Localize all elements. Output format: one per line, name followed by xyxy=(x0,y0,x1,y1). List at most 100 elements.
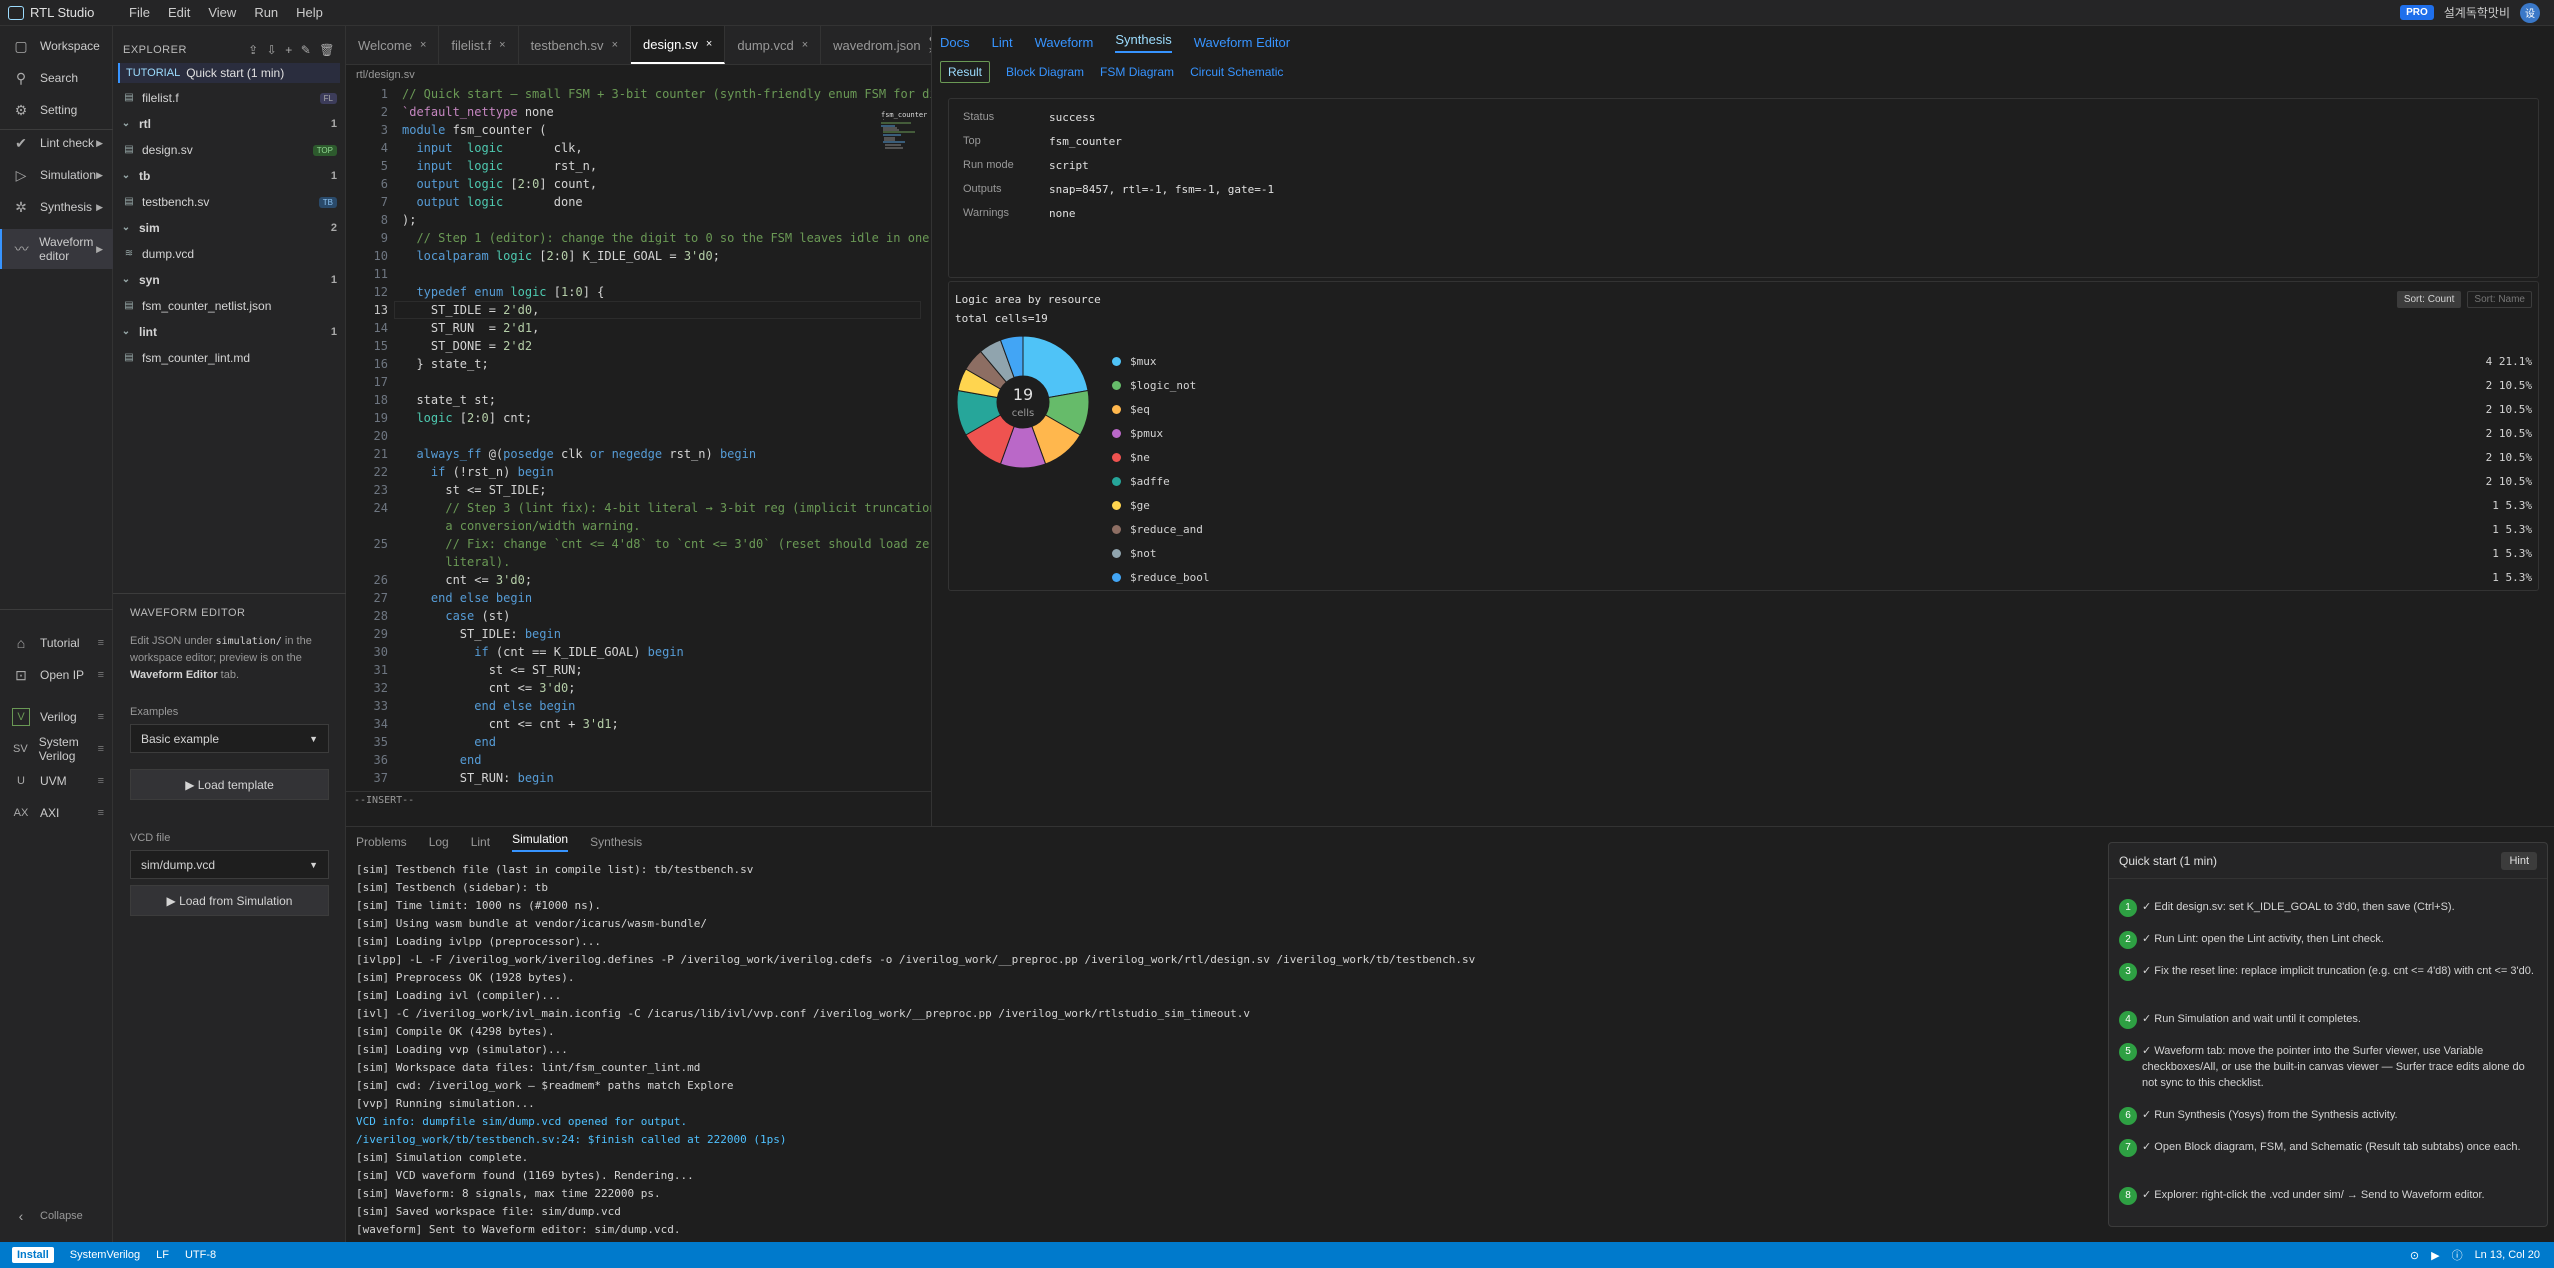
load-template-button[interactable]: ▶ Load template xyxy=(130,769,329,800)
folder-row[interactable]: ⌄ sim 2 xyxy=(113,219,345,237)
result-row: Warnings none xyxy=(949,201,2538,225)
close-icon[interactable]: × xyxy=(612,39,618,51)
close-icon[interactable]: × xyxy=(802,39,808,51)
step-number: 7 xyxy=(2119,1139,2137,1157)
step-number: 5 xyxy=(2119,1043,2137,1061)
bottom-tab[interactable]: Log xyxy=(429,835,449,849)
edit-icon[interactable]: ✎ xyxy=(301,43,312,57)
menu-edit[interactable]: Edit xyxy=(159,5,199,20)
result-key: Outputs xyxy=(963,183,1002,195)
folder-name: sim xyxy=(139,221,160,235)
folder-row[interactable]: ⌄ lint 1 xyxy=(113,323,345,341)
legend-label: $eq xyxy=(1130,402,1150,416)
status-run-icon[interactable]: ▶ xyxy=(2431,1249,2439,1262)
uvm-icon: U xyxy=(17,775,25,787)
close-icon[interactable]: × xyxy=(706,38,712,50)
bottom-tab[interactable]: Problems xyxy=(356,835,407,849)
close-icon[interactable]: × xyxy=(420,39,426,51)
right-tab[interactable]: Waveform xyxy=(1035,35,1094,50)
file-row[interactable]: ≋ dump.vcd xyxy=(113,245,345,263)
breadcrumb[interactable]: rtl/design.sv xyxy=(346,65,931,85)
step-text: ✓ Edit design.sv: set K_IDLE_GOAL to 3'd… xyxy=(2142,901,2455,913)
editor-tab[interactable]: filelist.f × xyxy=(439,26,519,64)
cursor-position[interactable]: Ln 13, Col 20 xyxy=(2475,1249,2540,1261)
quickstart-step: 8 ✓ Explorer: right-click the .vcd under … xyxy=(2119,1187,2539,1205)
result-key: Status xyxy=(963,111,995,123)
user-name[interactable]: 설계독학맛비 xyxy=(2444,4,2510,21)
bottom-tab[interactable]: Simulation xyxy=(512,832,569,852)
language-mode[interactable]: SystemVerilog xyxy=(70,1249,140,1261)
bottom-tab[interactable]: Lint xyxy=(471,835,490,849)
chevron-right-icon: ▶ xyxy=(96,243,103,254)
hint-button[interactable]: Hint xyxy=(2501,851,2537,870)
menu-view[interactable]: View xyxy=(199,5,245,20)
result-subtab[interactable]: Circuit Schematic xyxy=(1190,65,1283,79)
legend-item: $logic_not 2 10.5% xyxy=(1112,376,2532,394)
line-ending[interactable]: LF xyxy=(156,1249,169,1261)
code-line: ST_RUN: begin xyxy=(402,771,554,785)
tutorial-banner[interactable]: TUTORIAL Quick start (1 min) xyxy=(118,63,340,83)
status-info-icon[interactable]: ⓘ xyxy=(2452,1247,2463,1263)
log-line: [sim] Testbench (sidebar): tb xyxy=(356,881,549,894)
folder-row[interactable]: ⌄ rtl 1 xyxy=(113,115,345,133)
file-row[interactable]: ▤ design.sv TOP xyxy=(113,141,345,159)
legend-label: $adffe xyxy=(1130,474,1170,488)
line-number: 7 xyxy=(380,195,388,209)
line-number: 15 xyxy=(373,339,388,353)
tab-label: testbench.sv xyxy=(530,37,604,53)
folder-row[interactable]: ⌄ tb 1 xyxy=(113,167,345,185)
line-number: 1 xyxy=(380,87,388,101)
legend-swatch xyxy=(1112,476,1121,486)
menu-file[interactable]: File xyxy=(120,5,159,20)
download-icon[interactable]: ⇩ xyxy=(267,43,278,57)
encoding[interactable]: UTF-8 xyxy=(185,1249,216,1261)
collapse-button[interactable]: ‹ Collapse xyxy=(0,1196,113,1236)
activity-label: Lint check xyxy=(40,136,95,150)
activity-waveform-editor[interactable]: 〰 Waveform editor ▶ xyxy=(0,229,113,269)
step-text: ✓ Open Block diagram, FSM, and Schematic… xyxy=(2142,1141,2521,1153)
vcd-file-select[interactable]: sim/dump.vcd ▼ xyxy=(130,850,329,879)
editor-tab[interactable]: Welcome × xyxy=(346,26,440,64)
file-row[interactable]: ▤ testbench.sv TB xyxy=(113,193,345,211)
minimap[interactable]: fsm_counter ( xyxy=(881,111,927,201)
upload-icon[interactable]: ⇪ xyxy=(248,43,259,57)
sort-name-button[interactable]: Sort: Name xyxy=(2467,290,2532,308)
legend-value: 2 10.5% xyxy=(2485,450,2532,464)
menu-help[interactable]: Help xyxy=(287,5,332,20)
result-subtab[interactable]: Result xyxy=(940,61,991,83)
waveform-editor-title: WAVEFORM EDITOR xyxy=(130,607,246,619)
editor-tab[interactable]: wavedrom.json● × xyxy=(821,26,949,64)
sort-count-button[interactable]: Sort: Count xyxy=(2396,290,2462,308)
activity-axi[interactable]: AX AXI ≡ xyxy=(0,793,113,833)
right-tab[interactable]: Docs xyxy=(940,35,970,50)
load-from-simulation-button[interactable]: ▶ Load from Simulation xyxy=(130,885,329,916)
right-tab[interactable]: Synthesis xyxy=(1115,32,1172,53)
new-file-icon[interactable]: + xyxy=(285,43,293,57)
examples-select[interactable]: Basic example ▼ xyxy=(130,724,329,753)
avatar[interactable]: 设 xyxy=(2520,2,2540,23)
folder-row[interactable]: ⌄ syn 1 xyxy=(113,271,345,289)
activity-synthesis[interactable]: ✲ Synthesis ▶ xyxy=(0,187,113,227)
trash-icon[interactable]: 🗑 xyxy=(319,43,335,57)
line-number: 36 xyxy=(373,753,388,767)
file-row[interactable]: ▤ fsm_counter_lint.md xyxy=(113,349,345,367)
result-subtab[interactable]: FSM Diagram xyxy=(1100,65,1174,79)
right-tab[interactable]: Waveform Editor xyxy=(1194,35,1290,50)
file-row[interactable]: ▤ fsm_counter_netlist.json xyxy=(113,297,345,315)
activity-open-ip[interactable]: ⊡ Open IP ≡ xyxy=(0,655,113,695)
install-button[interactable]: Install xyxy=(12,1247,54,1263)
editor-tab[interactable]: testbench.sv × xyxy=(519,26,631,64)
right-tab[interactable]: Lint xyxy=(992,35,1013,50)
code-line: input logic rst_n, xyxy=(416,159,598,173)
desc-text: tab. xyxy=(220,669,240,681)
bottom-tab[interactable]: Synthesis xyxy=(590,835,642,849)
editor-tab[interactable]: design.sv × xyxy=(631,26,726,64)
result-subtab[interactable]: Block Diagram xyxy=(1006,65,1084,79)
menu-run[interactable]: Run xyxy=(245,5,287,20)
right-panel: Docs Lint Waveform Synthesis Waveform Editor… xyxy=(931,26,2554,826)
close-icon[interactable]: × xyxy=(499,39,505,51)
editor-tab[interactable]: dump.vcd × xyxy=(725,26,822,64)
file-row[interactable]: ▤ filelist.f FL xyxy=(113,89,345,107)
file-icon: ▤ xyxy=(124,92,134,103)
status-check-icon[interactable]: ⊙ xyxy=(2410,1249,2419,1262)
